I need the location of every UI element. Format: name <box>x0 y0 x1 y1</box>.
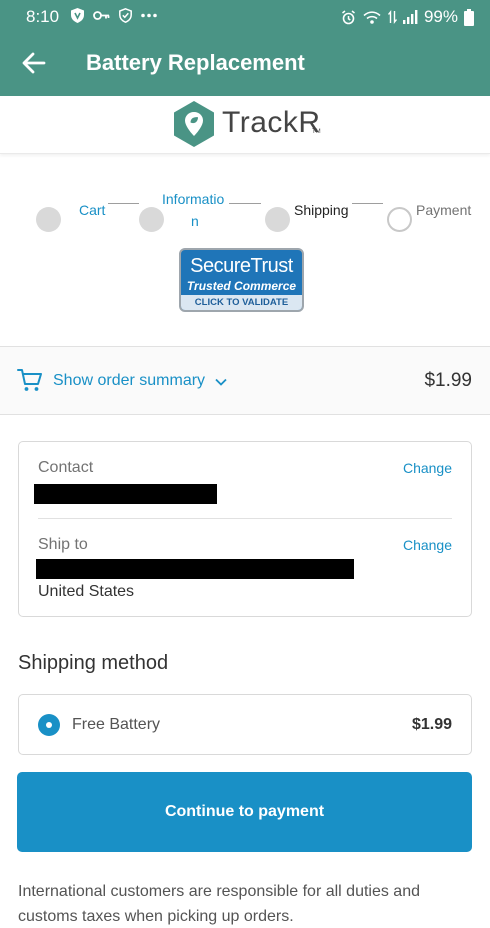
securetrust-badge[interactable]: SecureTrust Trusted Commerce CLICK TO VA… <box>179 248 304 312</box>
back-arrow-icon[interactable] <box>20 49 48 77</box>
brand-name: TrackR <box>222 106 321 139</box>
international-notice: International customers are responsible … <box>18 883 420 925</box>
step-connector <box>352 203 383 204</box>
badge-title: SecureTrust <box>190 255 293 277</box>
shipping-option[interactable]: Free Battery $1.99 <box>18 694 472 755</box>
trackr-logo-icon[interactable] <box>171 100 217 148</box>
shipping-option-price: $1.99 <box>411 716 452 733</box>
shipping-method-heading: Shipping method <box>18 652 169 674</box>
alarm-icon <box>342 9 355 24</box>
step-dot-cart <box>36 207 61 232</box>
continue-to-payment-button[interactable]: Continue to payment <box>17 772 472 852</box>
cart-icon <box>17 369 42 391</box>
page-title: Battery Replacement <box>86 50 305 75</box>
order-total: $1.99 <box>424 370 472 391</box>
step-dot-payment <box>387 207 412 232</box>
shield-v-icon <box>71 8 84 23</box>
redacted-contact <box>34 484 217 504</box>
store-header: TrackR TM <box>0 96 490 154</box>
change-address-link[interactable]: Change <box>403 537 452 553</box>
badge-validate: CLICK TO VALIDATE <box>181 295 302 310</box>
key-icon <box>93 11 110 20</box>
step-dot-shipping <box>265 207 290 232</box>
review-block: Contact Change Ship to Change United Sta… <box>18 441 472 617</box>
app-bar: Battery Replacement <box>0 33 490 96</box>
step-connector <box>108 203 139 204</box>
breadcrumb-shipping: Shipping <box>294 202 349 218</box>
more-dots-icon <box>141 13 157 18</box>
order-summary-toggle[interactable]: Show order summary $1.99 <box>0 346 490 415</box>
status-bar: 8:10 99% <box>0 0 490 33</box>
notification-icons <box>71 8 157 23</box>
breadcrumb-information-wrap[interactable]: n <box>191 213 199 229</box>
breadcrumb-information[interactable]: Informatio <box>162 191 224 207</box>
wifi-icon <box>363 10 381 24</box>
step-connector <box>229 203 261 204</box>
shipping-option-radio[interactable] <box>38 714 60 736</box>
change-contact-link[interactable]: Change <box>403 460 452 476</box>
contact-label: Contact <box>38 459 94 476</box>
review-divider <box>38 518 452 519</box>
badge-subtitle: Trusted Commerce <box>186 279 297 293</box>
ship-to-label: Ship to <box>38 536 88 553</box>
system-icons: 99% <box>341 7 474 27</box>
data-arrows-icon <box>387 10 397 24</box>
shipping-option-name: Free Battery <box>72 716 161 733</box>
battery-icon <box>464 8 474 26</box>
show-order-summary-link[interactable]: Show order summary <box>53 372 205 390</box>
status-time: 8:10 <box>26 7 60 26</box>
breadcrumb-payment: Payment <box>416 202 472 218</box>
breadcrumb-cart[interactable]: Cart <box>79 202 105 218</box>
battery-percent: 99% <box>423 7 458 26</box>
shield-check-icon <box>119 8 132 23</box>
signal-icon <box>402 10 418 24</box>
step-dot-information <box>139 207 164 232</box>
ship-to-country: United States <box>38 583 135 600</box>
chevron-down-icon <box>215 378 227 386</box>
brand-trademark: TM <box>312 129 321 135</box>
redacted-address <box>36 559 354 579</box>
